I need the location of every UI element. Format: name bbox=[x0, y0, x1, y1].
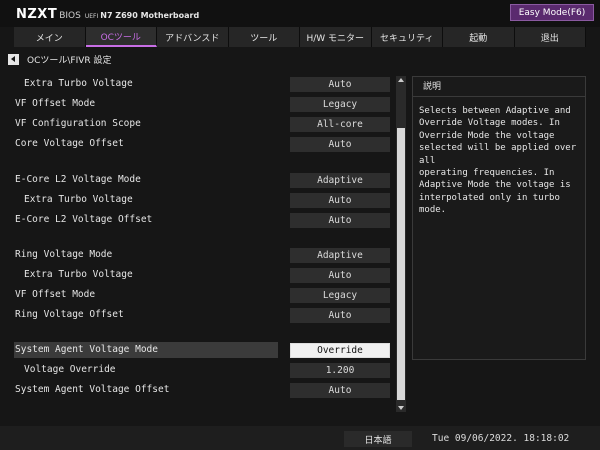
setting-label: Ring Voltage Mode bbox=[15, 249, 113, 260]
setting-value[interactable]: Auto bbox=[290, 267, 390, 283]
setting-label: VF Offset Mode bbox=[15, 289, 96, 300]
help-text: Selects between Adaptive and Override Vo… bbox=[419, 106, 577, 216]
setting-row[interactable]: VF Offset Mode Legacy bbox=[14, 96, 394, 112]
setting-value[interactable]: Adaptive bbox=[290, 247, 390, 263]
scroll-up-icon[interactable] bbox=[397, 76, 405, 84]
language-button[interactable]: 日本語 bbox=[344, 431, 412, 447]
breadcrumb-path: OCツール\FIVR 設定 bbox=[27, 55, 112, 66]
setting-value[interactable]: All-core bbox=[290, 116, 390, 132]
setting-value[interactable]: Auto bbox=[290, 212, 390, 228]
setting-row[interactable]: System Agent Voltage Offset Auto bbox=[14, 382, 394, 398]
setting-label: VF Offset Mode bbox=[15, 98, 96, 109]
tab-tools[interactable]: ツール bbox=[228, 27, 300, 47]
uefi-text: UEFI bbox=[84, 13, 99, 20]
easy-mode-button[interactable]: Easy Mode(F6) bbox=[510, 4, 594, 21]
setting-label: Ring Voltage Offset bbox=[15, 309, 124, 320]
setting-value[interactable]: Legacy bbox=[290, 287, 390, 303]
setting-label: Extra Turbo Voltage bbox=[24, 269, 133, 280]
setting-row[interactable]: Ring Voltage Offset Auto bbox=[14, 307, 394, 323]
setting-row[interactable]: VF Offset Mode Legacy bbox=[14, 287, 394, 303]
setting-value[interactable]: Override bbox=[290, 342, 390, 358]
footer-bar: 日本語 Tue 09/06/2022. 18:18:02 bbox=[0, 426, 600, 450]
setting-value[interactable]: Auto bbox=[290, 192, 390, 208]
setting-value[interactable]: Adaptive bbox=[290, 172, 390, 188]
setting-value[interactable]: Auto bbox=[290, 76, 390, 92]
brand-text: NZXT bbox=[16, 7, 58, 22]
nzxt-logo: NZXT BIOS UEFI N7 Z690 Motherboard bbox=[16, 7, 199, 22]
setting-label: E-Core L2 Voltage Offset bbox=[15, 214, 153, 225]
setting-row[interactable]: Core Voltage Offset Auto bbox=[14, 136, 394, 152]
scroll-thumb[interactable] bbox=[397, 128, 405, 400]
tab-main[interactable]: メイン bbox=[14, 27, 86, 47]
setting-label: Extra Turbo Voltage bbox=[24, 194, 133, 205]
setting-row[interactable]: Ring Voltage Mode Adaptive bbox=[14, 247, 394, 263]
tab-advanced[interactable]: アドバンスド bbox=[157, 27, 229, 47]
datetime-display: Tue 09/06/2022. 18:18:02 bbox=[432, 433, 570, 444]
setting-row[interactable]: Voltage Override 1.200 bbox=[14, 362, 394, 378]
setting-value[interactable]: Auto bbox=[290, 136, 390, 152]
bios-text: BIOS bbox=[59, 11, 81, 21]
breadcrumb: OCツール\FIVR 設定 bbox=[8, 52, 112, 66]
setting-value[interactable]: 1.200 bbox=[290, 362, 390, 378]
help-panel: 説明 Selects between Adaptive and Override… bbox=[412, 76, 586, 360]
header-bar: NZXT BIOS UEFI N7 Z690 Motherboard Easy Mod… bbox=[0, 0, 600, 27]
setting-row[interactable]: E-Core L2 Voltage Offset Auto bbox=[14, 212, 394, 228]
setting-value[interactable]: Auto bbox=[290, 307, 390, 323]
setting-row[interactable]: Extra Turbo Voltage Auto bbox=[14, 76, 394, 92]
setting-label: System Agent Voltage Offset bbox=[15, 384, 170, 395]
model-text: N7 Z690 Motherboard bbox=[100, 11, 200, 20]
settings-list: Extra Turbo Voltage Auto VF Offset Mode … bbox=[14, 76, 394, 400]
setting-row-selected[interactable]: System Agent Voltage Mode Override bbox=[14, 342, 394, 358]
tab-security[interactable]: セキュリティ bbox=[371, 27, 443, 47]
setting-row[interactable]: VF Configuration Scope All-core bbox=[14, 116, 394, 132]
main-tabs: メイン OCツール アドバンスド ツール H/W モニター セキュリティ 起動 … bbox=[14, 27, 586, 47]
tab-hw-monitor[interactable]: H/W モニター bbox=[300, 27, 372, 47]
back-arrow-icon[interactable] bbox=[8, 53, 19, 65]
tab-exit[interactable]: 退出 bbox=[514, 27, 586, 47]
scroll-down-icon[interactable] bbox=[397, 404, 405, 412]
setting-label: Core Voltage Offset bbox=[15, 138, 124, 149]
setting-row[interactable]: E-Core L2 Voltage Mode Adaptive bbox=[14, 172, 394, 188]
setting-row[interactable]: Extra Turbo Voltage Auto bbox=[14, 267, 394, 283]
setting-label: E-Core L2 Voltage Mode bbox=[15, 174, 141, 185]
setting-value[interactable]: Legacy bbox=[290, 96, 390, 112]
tab-boot[interactable]: 起動 bbox=[443, 27, 515, 47]
setting-label: System Agent Voltage Mode bbox=[14, 342, 278, 358]
setting-value[interactable]: Auto bbox=[290, 382, 390, 398]
setting-label: Voltage Override bbox=[24, 364, 116, 375]
setting-label: Extra Turbo Voltage bbox=[24, 78, 133, 89]
settings-scrollbar[interactable] bbox=[396, 76, 406, 412]
setting-label: VF Configuration Scope bbox=[15, 118, 141, 129]
setting-row[interactable]: Extra Turbo Voltage Auto bbox=[14, 192, 394, 208]
help-title: 説明 bbox=[413, 77, 585, 97]
tab-oc-tools[interactable]: OCツール bbox=[85, 27, 157, 47]
